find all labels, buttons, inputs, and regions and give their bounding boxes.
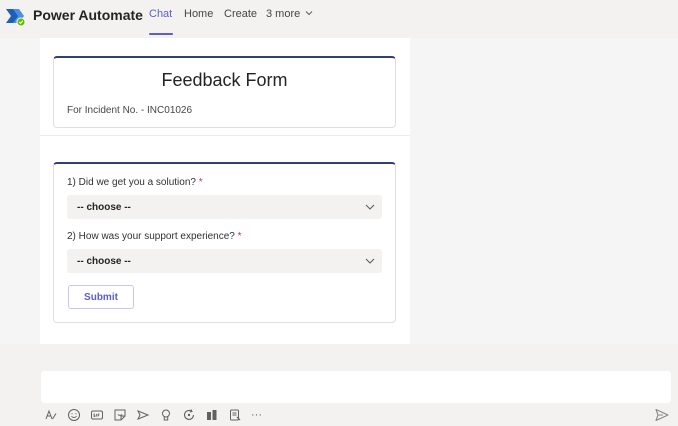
question-2-text: 2) How was your support experience? (67, 231, 235, 242)
tab-more[interactable]: 3 more (266, 8, 313, 20)
question-1-label: 1) Did we get you a solution? * (67, 177, 203, 188)
emoji-icon[interactable] (67, 408, 81, 422)
send-icon[interactable] (654, 407, 670, 423)
card-divider (40, 135, 410, 136)
question-1-select[interactable]: -- choose -- (67, 195, 382, 219)
tab-home[interactable]: Home (184, 8, 213, 20)
more-options-icon[interactable]: ··· (251, 408, 262, 422)
question-1-selected-value: -- choose -- (77, 201, 131, 213)
required-mark: * (237, 231, 242, 242)
praise-icon[interactable] (159, 408, 173, 422)
question-2-select[interactable]: -- choose -- (67, 249, 382, 273)
active-tab-indicator (149, 33, 173, 35)
app-header: Power Automate Chat Home Create 3 more (0, 0, 678, 38)
updates-icon[interactable] (228, 408, 242, 422)
app-title: Power Automate (33, 7, 143, 23)
question-2-selected-value: -- choose -- (77, 255, 131, 267)
compose-toolbar: ··· (44, 407, 262, 423)
tab-more-label: 3 more (266, 8, 301, 20)
power-automate-logo-icon (6, 9, 26, 27)
gif-icon[interactable] (90, 408, 104, 422)
chevron-down-icon (365, 258, 375, 264)
form-title: Feedback Form (161, 70, 288, 90)
chevron-down-icon (365, 204, 375, 210)
tab-chat[interactable]: Chat (149, 8, 172, 20)
approvals-icon[interactable] (205, 408, 219, 422)
meet-icon[interactable] (136, 408, 150, 422)
sticker-icon[interactable] (113, 408, 127, 422)
question-2-label: 2) How was your support experience? * (67, 231, 242, 242)
tab-create[interactable]: Create (224, 8, 257, 20)
card-header-panel: Feedback Form For Incident No. - INC0102… (53, 56, 396, 128)
submit-button[interactable]: Submit (68, 285, 134, 309)
card-form-panel: 1) Did we get you a solution? * -- choos… (53, 162, 396, 323)
loop-icon[interactable] (182, 408, 196, 422)
format-icon[interactable] (44, 408, 58, 422)
chevron-down-icon (305, 11, 313, 16)
message-compose-box[interactable] (41, 371, 671, 403)
adaptive-card: Feedback Form For Incident No. - INC0102… (40, 38, 410, 344)
required-mark: * (198, 177, 203, 188)
question-1-text: 1) Did we get you a solution? (67, 177, 196, 188)
incident-number: For Incident No. - INC01026 (67, 105, 193, 116)
